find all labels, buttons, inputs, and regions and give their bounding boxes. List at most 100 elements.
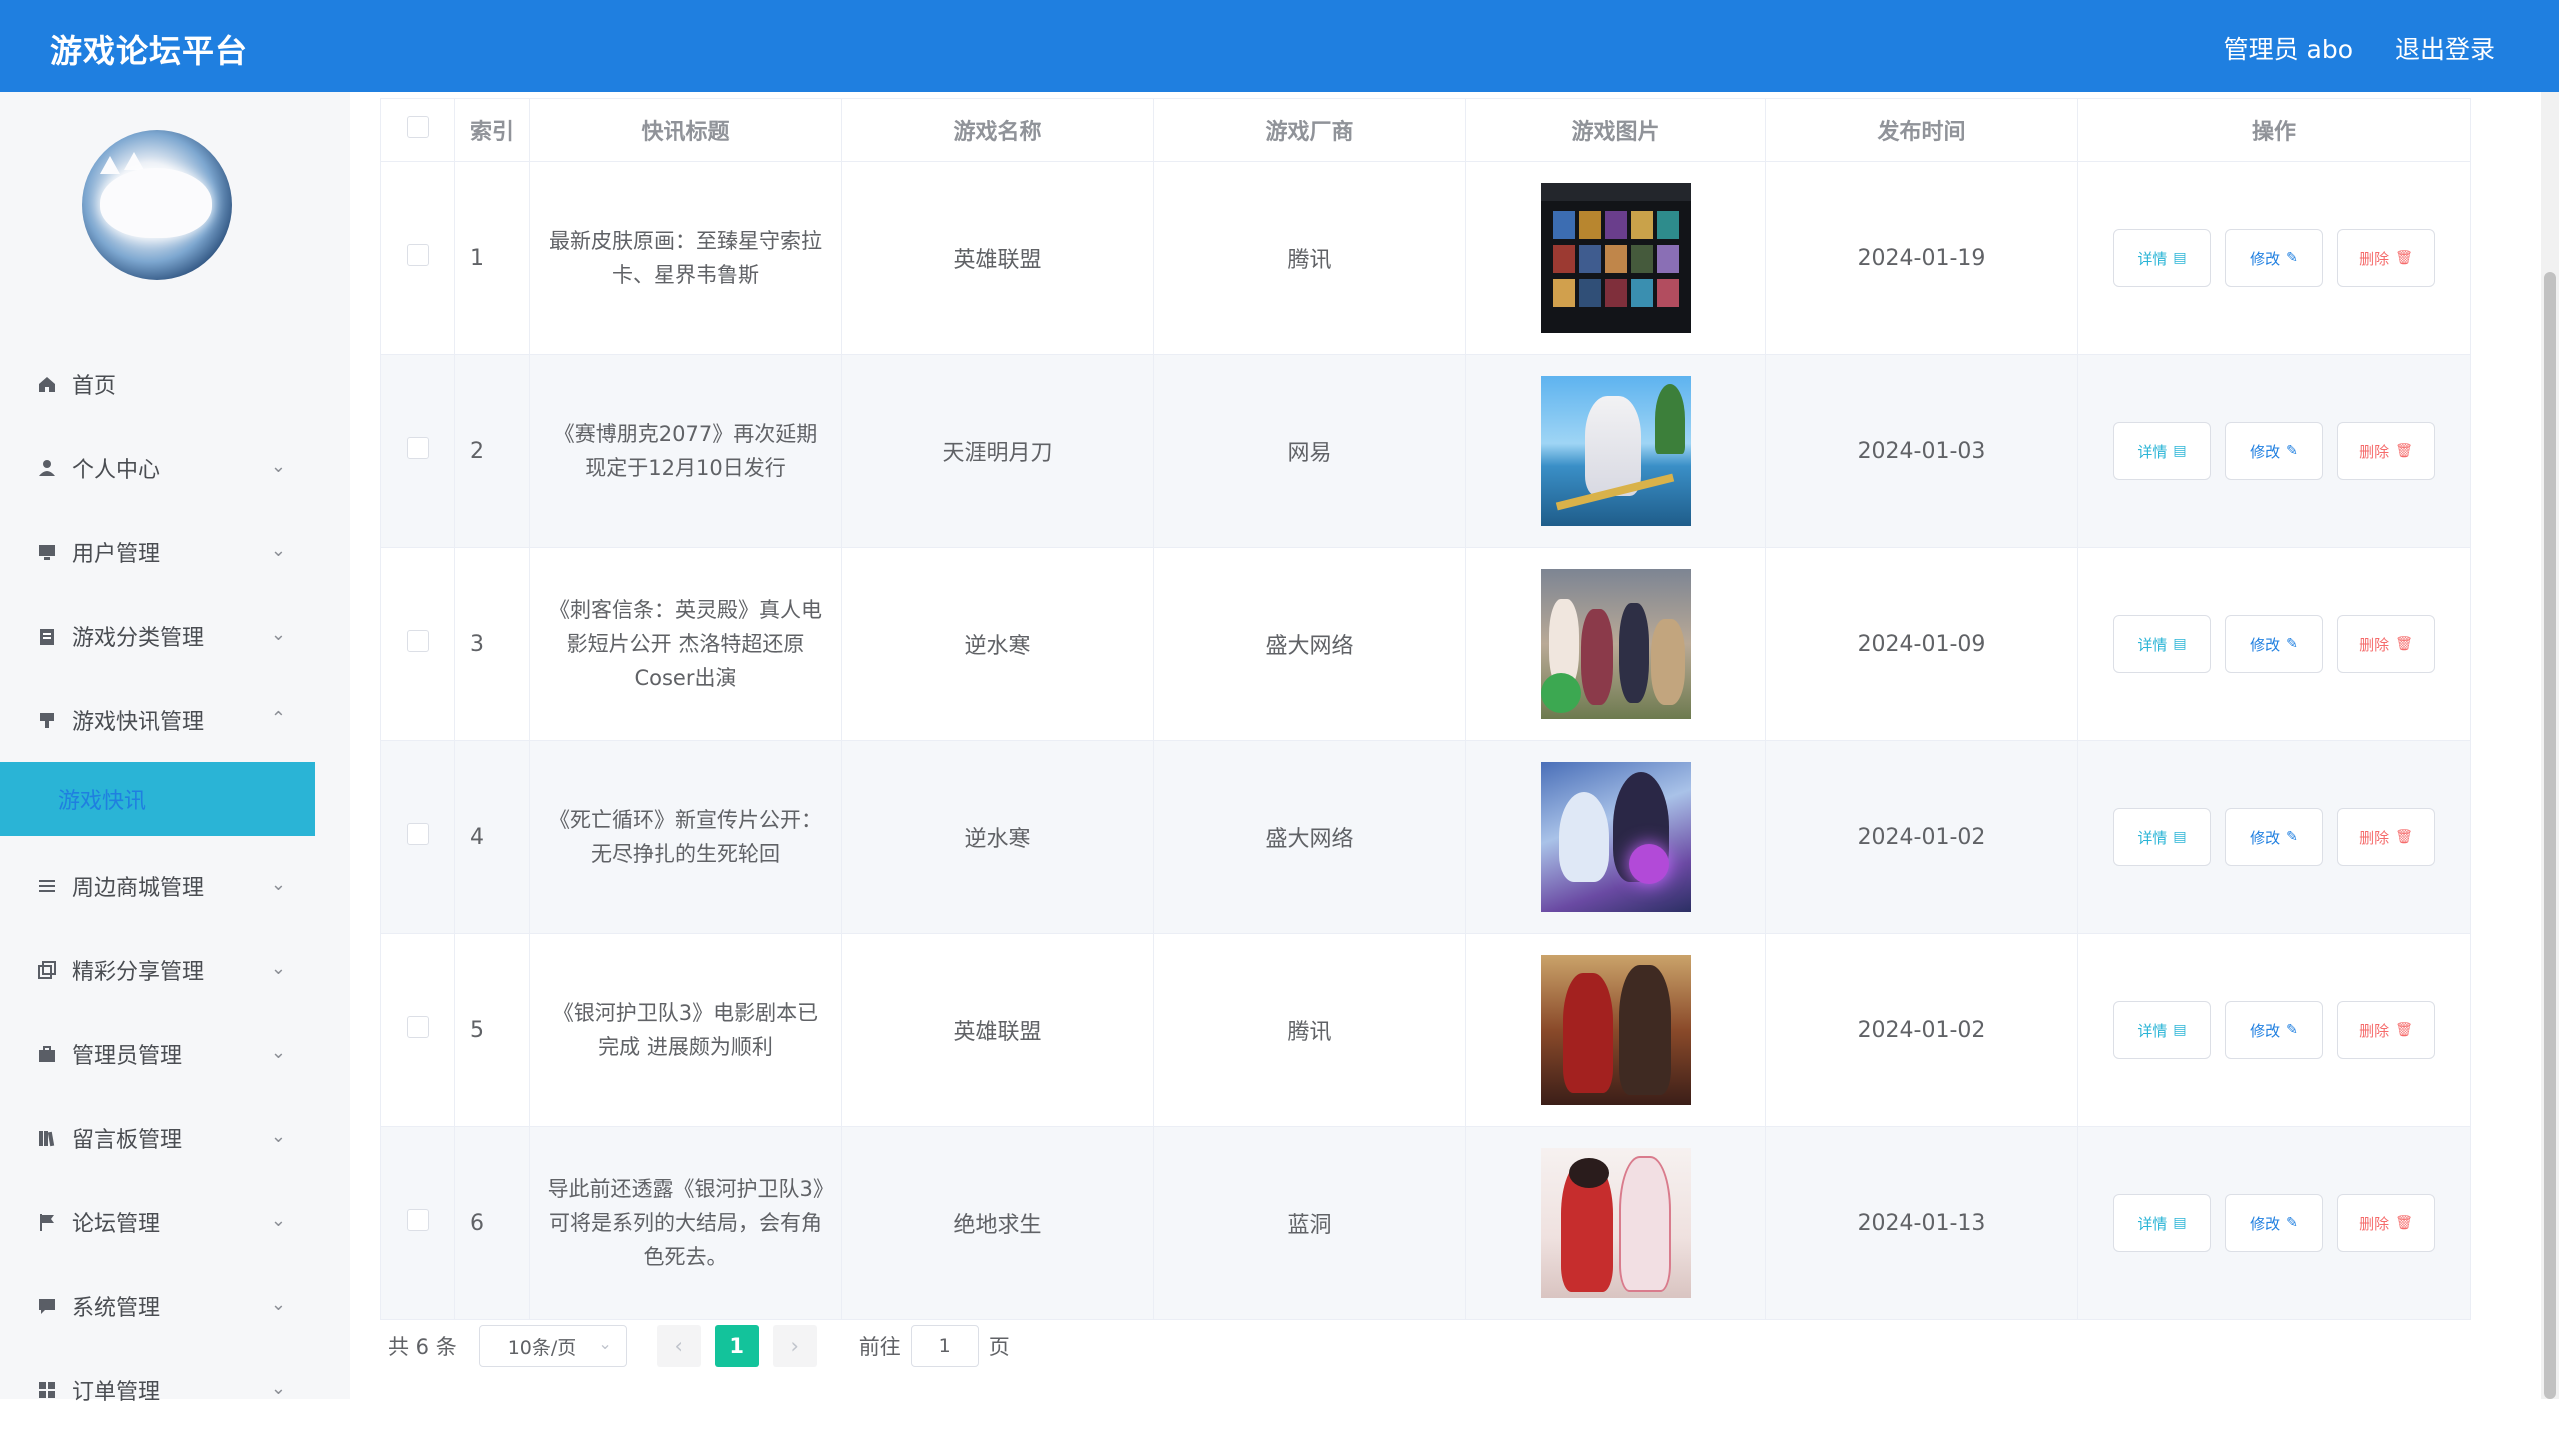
prev-page-button[interactable]: ‹ — [656, 1325, 701, 1367]
table-row: 3 《刺客信条：英灵殿》真人电影短片公开 杰洛特超还原Coser出演 逆水寒 盛… — [380, 547, 2471, 741]
game-image — [1540, 376, 1691, 526]
sidebar-item-share[interactable]: 精彩分享管理 ⌄ — [0, 928, 350, 1012]
delete-button[interactable]: 删除 🗑 — [2337, 615, 2435, 673]
document-icon: ▤ — [2173, 443, 2187, 459]
sidebar-item-label: 留言板管理 — [72, 1128, 183, 1153]
game-image — [1540, 762, 1691, 912]
column-header-title: 快讯标题 — [529, 98, 842, 162]
pencil-icon: ✎ — [2286, 443, 2298, 459]
sidebar-subitem-game-news[interactable]: 游戏快讯 — [0, 762, 315, 836]
select-all-cell — [380, 98, 455, 162]
sidebar-item-label: 游戏快讯管理 — [72, 710, 205, 735]
detail-button[interactable]: 详情 ▤ — [2113, 1194, 2211, 1252]
news-table: 索引 快讯标题 游戏名称 游戏厂商 游戏图片 发布时间 操作 1 最新皮肤原画：… — [380, 98, 2471, 1320]
delete-button[interactable]: 删除 🗑 — [2337, 422, 2435, 480]
trash-icon: 🗑 — [2395, 829, 2413, 845]
clipboard-icon — [36, 625, 58, 647]
sidebar-item-label: 游戏分类管理 — [72, 626, 205, 651]
column-header-actions: 操作 — [2077, 98, 2471, 162]
app-title: 游戏论坛平台 — [50, 32, 249, 70]
delete-button[interactable]: 删除 🗑 — [2337, 1194, 2435, 1252]
row-checkbox[interactable] — [406, 1016, 429, 1038]
trash-icon: 🗑 — [2395, 636, 2413, 652]
game-name: 逆水寒 — [841, 740, 1154, 934]
delete-button[interactable]: 删除 🗑 — [2337, 808, 2435, 866]
row-checkbox[interactable] — [406, 244, 429, 266]
sidebar-subitem-label: 游戏快讯 — [58, 789, 147, 814]
publish-date: 2024-01-19 — [1765, 161, 2078, 355]
chevron-down-icon: ⌄ — [270, 456, 286, 477]
edit-button[interactable]: 修改 ✎ — [2225, 1194, 2323, 1252]
sidebar-item-user-management[interactable]: 用户管理 ⌄ — [0, 510, 350, 594]
edit-button[interactable]: 修改 ✎ — [2225, 615, 2323, 673]
column-header-game: 游戏名称 — [841, 98, 1154, 162]
chat-icon — [36, 1295, 58, 1317]
sidebar-item-message-board[interactable]: 留言板管理 ⌄ — [0, 1096, 350, 1180]
goto-page: 前往 页 — [859, 1325, 1010, 1367]
delete-button[interactable]: 删除 🗑 — [2337, 1001, 2435, 1059]
edit-button[interactable]: 修改 ✎ — [2225, 1001, 2323, 1059]
game-vendor: 网易 — [1153, 354, 1466, 548]
avatar — [82, 130, 232, 280]
news-title: 《死亡循环》新宣传片公开：无尽挣扎的生死轮回 — [529, 740, 842, 934]
pencil-icon: ✎ — [2286, 636, 2298, 652]
sidebar-item-merch-shop[interactable]: 周边商城管理 ⌄ — [0, 844, 350, 928]
row-index: 2 — [454, 354, 530, 548]
sidebar-item-label: 管理员管理 — [72, 1044, 183, 1069]
list-icon — [36, 875, 58, 897]
pencil-icon: ✎ — [2286, 1215, 2298, 1231]
game-vendor: 腾讯 — [1153, 161, 1466, 355]
chevron-down-icon: ⌄ — [270, 874, 286, 895]
monitor-icon — [36, 541, 58, 563]
game-vendor: 盛大网络 — [1153, 740, 1466, 934]
top-right-area: 管理员 abo 退出登录 — [2190, 30, 2495, 66]
sidebar-item-forum[interactable]: 论坛管理 ⌄ — [0, 1180, 350, 1264]
sidebar-item-personal-center[interactable]: 个人中心 ⌄ — [0, 426, 350, 510]
game-image — [1540, 569, 1691, 719]
sidebar-item-home[interactable]: 首页 — [0, 342, 350, 426]
delete-button[interactable]: 删除 🗑 — [2337, 229, 2435, 287]
row-checkbox[interactable] — [406, 823, 429, 845]
sidebar-item-orders[interactable]: 订单管理 ⌄ — [0, 1348, 350, 1432]
next-page-button[interactable]: › — [772, 1325, 817, 1367]
detail-button[interactable]: 详情 ▤ — [2113, 422, 2211, 480]
edit-button[interactable]: 修改 ✎ — [2225, 808, 2323, 866]
main-content: 索引 快讯标题 游戏名称 游戏厂商 游戏图片 发布时间 操作 1 最新皮肤原画：… — [350, 92, 2559, 1399]
page-number-current[interactable]: 1 — [714, 1325, 759, 1367]
scrollbar-thumb[interactable] — [2544, 272, 2556, 1399]
news-title: 《刺客信条：英灵殿》真人电影短片公开 杰洛特超还原Coser出演 — [529, 547, 842, 741]
publish-date: 2024-01-02 — [1765, 933, 2078, 1127]
table-row: 6 导此前还透露《银河护卫队3》可将是系列的大结局，会有角色死去。 绝地求生 蓝… — [380, 1126, 2471, 1320]
detail-button[interactable]: 详情 ▤ — [2113, 1001, 2211, 1059]
goto-page-input[interactable] — [910, 1325, 979, 1367]
chevron-down-icon: ⌄ — [270, 1042, 286, 1063]
pagination: 共 6 条 10条/页 ⌄ ‹ 1 › 前往 页 — [388, 1325, 1010, 1367]
edit-button[interactable]: 修改 ✎ — [2225, 422, 2323, 480]
sidebar-item-admin-management[interactable]: 管理员管理 ⌄ — [0, 1012, 350, 1096]
page-scrollbar[interactable] — [2541, 92, 2559, 1399]
chevron-down-icon: ⌄ — [270, 1210, 286, 1231]
column-header-image: 游戏图片 — [1465, 98, 1766, 162]
sidebar-item-game-category[interactable]: 游戏分类管理 ⌄ — [0, 594, 350, 678]
detail-button[interactable]: 详情 ▤ — [2113, 615, 2211, 673]
trash-icon: 🗑 — [2395, 1022, 2413, 1038]
news-title: 《银河护卫队3》电影剧本已完成 进展颇为顺利 — [529, 933, 842, 1127]
sidebar-item-system[interactable]: 系统管理 ⌄ — [0, 1264, 350, 1348]
briefcase-icon — [36, 1043, 58, 1065]
row-checkbox[interactable] — [406, 437, 429, 459]
logout-link[interactable]: 退出登录 — [2395, 35, 2495, 64]
sidebar-item-game-news[interactable]: 游戏快讯管理 ⌃ — [0, 678, 350, 762]
page-size-select[interactable]: 10条/页 ⌄ — [478, 1325, 627, 1367]
sidebar-menu: 首页 个人中心 ⌄ 用户管理 ⌄ 游戏分类管理 ⌄ 游戏快讯管理 ⌃ 游戏快讯 … — [0, 342, 350, 1432]
game-name: 逆水寒 — [841, 547, 1154, 741]
row-checkbox[interactable] — [406, 630, 429, 652]
detail-button[interactable]: 详情 ▤ — [2113, 808, 2211, 866]
books-icon — [36, 1127, 58, 1149]
edit-button[interactable]: 修改 ✎ — [2225, 229, 2323, 287]
select-all-checkbox[interactable] — [406, 116, 429, 138]
sidebar-item-label: 用户管理 — [72, 542, 161, 567]
row-index: 3 — [454, 547, 530, 741]
game-image — [1540, 183, 1691, 333]
row-checkbox[interactable] — [406, 1209, 429, 1231]
detail-button[interactable]: 详情 ▤ — [2113, 229, 2211, 287]
